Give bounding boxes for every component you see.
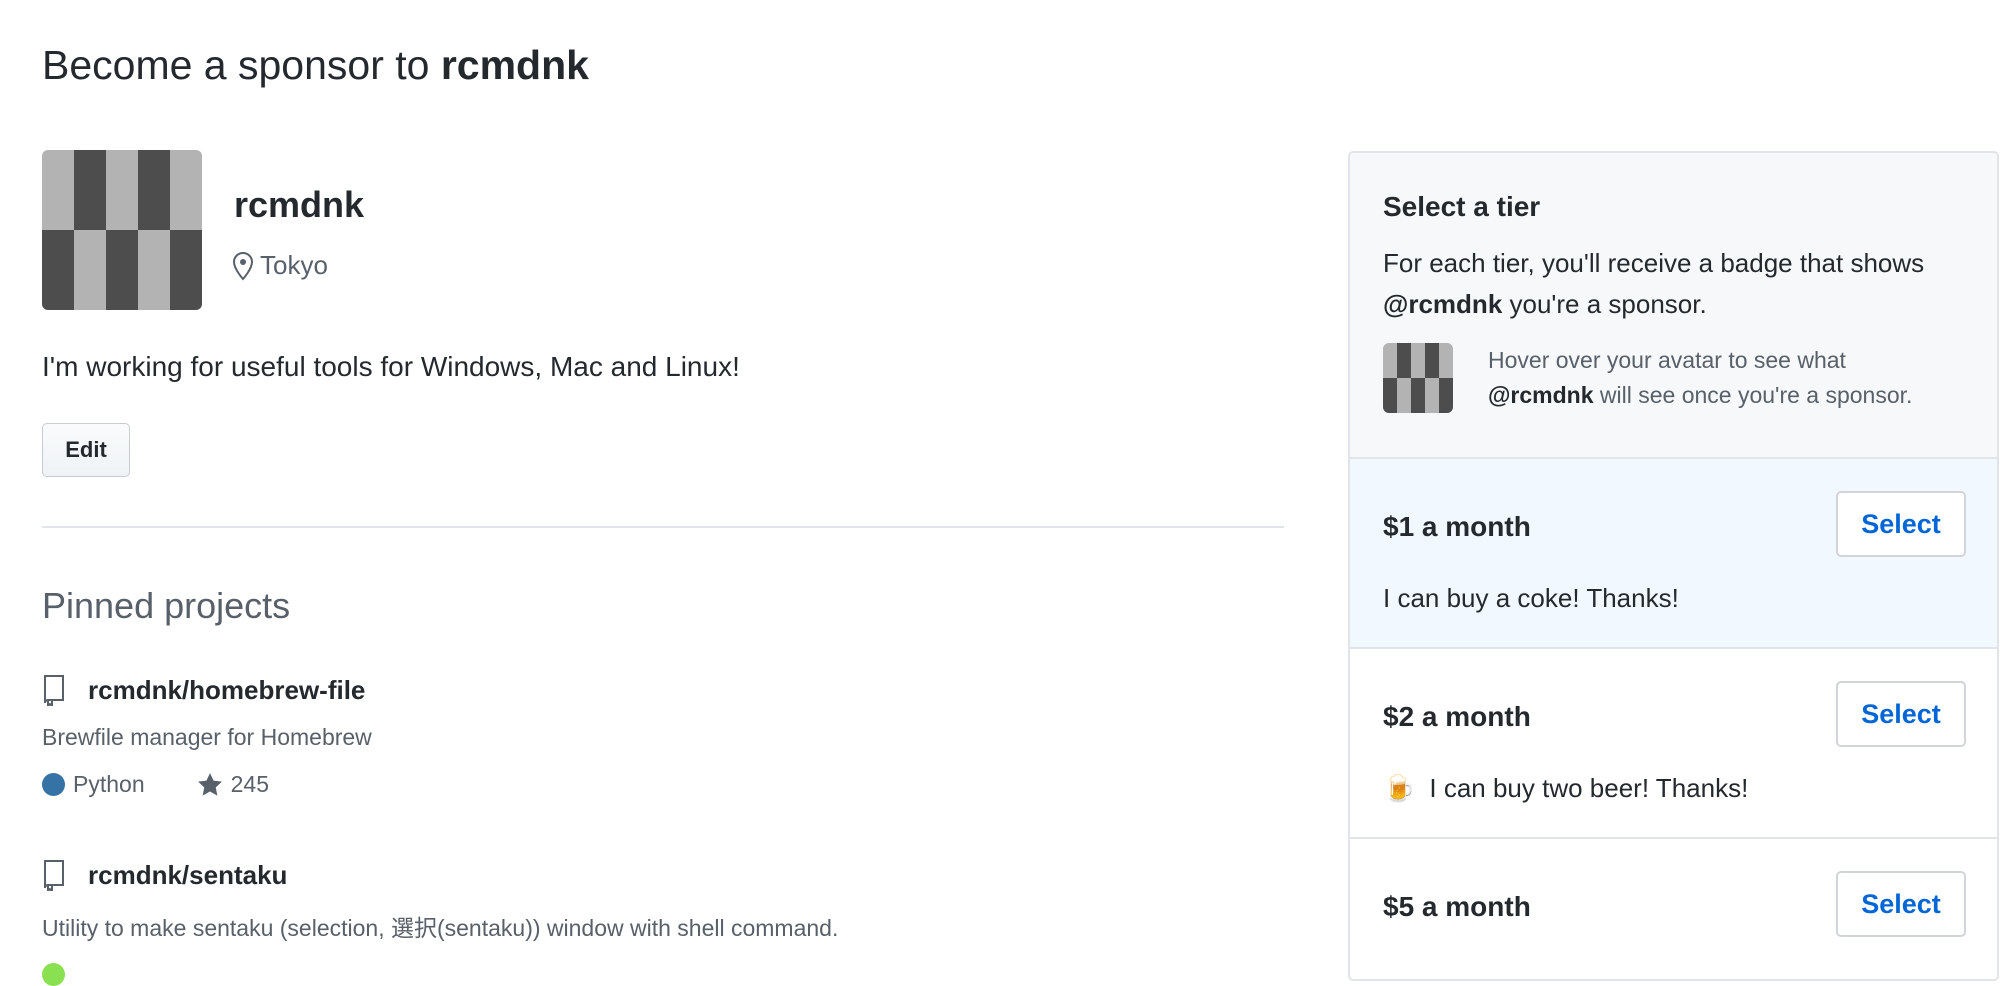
tier-1: $1 a month Select I can buy a coke! Than… (1350, 459, 1997, 649)
repo-description: Utility to make sentaku (selection, 選択(s… (42, 915, 839, 941)
intro-text: For each tier, you'll receive a badge th… (1383, 248, 1925, 278)
avatar (42, 150, 202, 310)
repo-link[interactable]: rcmdnk/homebrew-file (88, 675, 365, 706)
select-tier-button[interactable]: Select (1836, 871, 1966, 937)
avatar-preview: Hover over your avatar to see what @rcmdn… (1383, 343, 1964, 413)
repo-language: Python (73, 771, 145, 797)
beer-icon: 🍺 (1383, 773, 1416, 803)
select-tier-button[interactable]: Select (1836, 681, 1966, 747)
intro-suffix: you're a sponsor. (1502, 289, 1707, 319)
tier-price: $5 a month (1383, 891, 1531, 922)
tier-2: $2 a month Select 🍺 I can buy two beer! T… (1350, 649, 1997, 839)
divider (42, 526, 1284, 528)
star-icon (197, 772, 222, 796)
profile-bio: I'm working for useful tools for Windows… (42, 351, 740, 382)
small-avatar[interactable] (1383, 343, 1453, 413)
hover-user: @rcmdnk (1488, 382, 1594, 408)
repo-icon (44, 675, 64, 706)
repo-stars[interactable]: 245 (231, 771, 269, 798)
repo-description: Brewfile manager for Homebrew (42, 724, 372, 750)
tier-price: $1 a month (1383, 511, 1531, 542)
tier-price: $2 a month (1383, 701, 1531, 732)
location-pin-icon (232, 251, 254, 280)
profile-location: Tokyo (232, 250, 328, 281)
tier-intro: For each tier, you'll receive a badge th… (1383, 243, 1964, 325)
profile-name: rcmdnk (234, 184, 365, 225)
tier-panel-header: Select a tier For each tier, you'll rece… (1350, 153, 1997, 459)
pinned-repo: rcmdnk/sentaku Utility to make sentaku (… (42, 859, 1292, 986)
tier-heading: Select a tier (1383, 191, 1541, 222)
tier-description-text: I can buy a coke! Thanks! (1383, 583, 1679, 613)
tier-3: $5 a month Select (1350, 839, 1997, 979)
location-text: Tokyo (260, 250, 328, 280)
hover-text: Hover over your avatar to see what (1488, 347, 1846, 373)
pinned-heading: Pinned projects (42, 585, 291, 626)
repo-icon (44, 860, 64, 891)
language-color-dot (42, 963, 65, 986)
tier-description: I can buy a coke! Thanks! (1383, 583, 1679, 614)
tier-description: 🍺 I can buy two beer! Thanks! (1383, 773, 1748, 804)
tier-description-text: I can buy two beer! Thanks! (1429, 773, 1749, 803)
page-title: Become a sponsor to rcmdnk (42, 42, 589, 89)
hover-text-2: will see once you're a sponsor. (1593, 382, 1913, 408)
language-color-dot (42, 773, 65, 796)
hover-hint: Hover over your avatar to see what @rcmdn… (1488, 343, 1912, 413)
repo-link[interactable]: rcmdnk/sentaku (88, 860, 287, 891)
title-user: rcmdnk (440, 42, 589, 88)
tier-panel: Select a tier For each tier, you'll rece… (1348, 151, 1999, 981)
select-tier-button[interactable]: Select (1836, 491, 1966, 557)
title-prefix: Become a sponsor to (42, 42, 441, 88)
pinned-repo: rcmdnk/homebrew-file Brewfile manager fo… (42, 674, 1292, 798)
intro-user: @rcmdnk (1383, 289, 1503, 319)
edit-button[interactable]: Edit (42, 423, 130, 477)
